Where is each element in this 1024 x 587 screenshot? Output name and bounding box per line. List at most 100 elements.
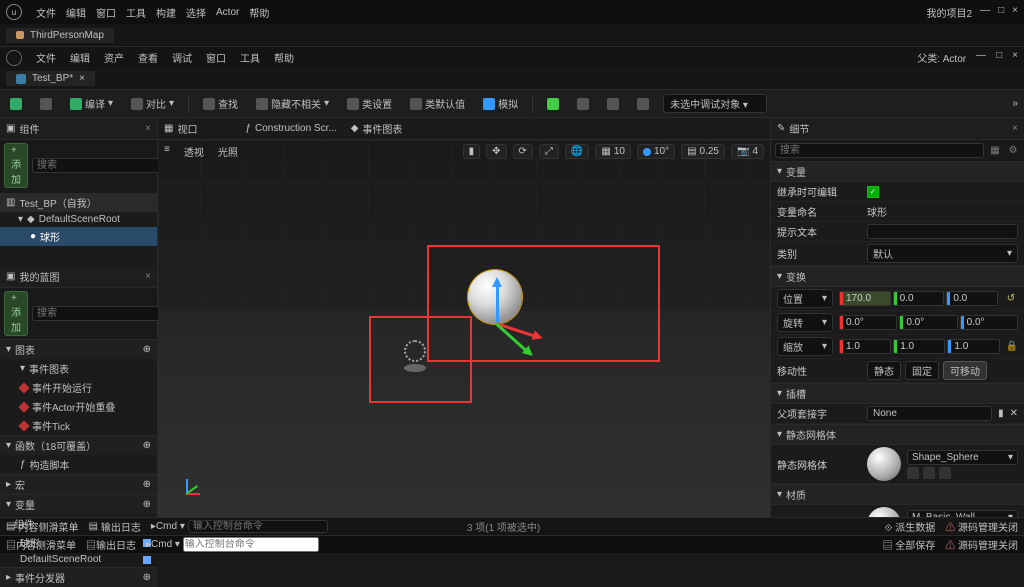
category-dispatchers[interactable]: ▸事件分发器⊕ xyxy=(0,568,157,587)
details-panel-header[interactable]: ✎ 细节 × xyxy=(771,118,1024,140)
eject-button[interactable] xyxy=(633,96,653,112)
skip-button[interactable] xyxy=(573,96,593,112)
parent-socket-value[interactable]: None xyxy=(867,406,992,421)
tooltip-field[interactable] xyxy=(867,224,1018,239)
menu-file[interactable]: 文件 xyxy=(36,50,56,65)
sm-thumbnail[interactable] xyxy=(867,447,901,481)
toolbar-chevrons-icon[interactable]: » xyxy=(1012,98,1018,109)
console-input[interactable] xyxy=(188,520,328,533)
category-variable[interactable]: ▾变量 xyxy=(771,161,1024,182)
tab-viewport[interactable]: ▦视口 xyxy=(164,121,197,136)
min-button[interactable]: — xyxy=(980,5,990,20)
max-button[interactable]: □ xyxy=(998,5,1004,20)
category-staticmesh[interactable]: ▾静态网格体 xyxy=(771,424,1024,445)
menu-view[interactable]: 查看 xyxy=(138,50,158,65)
tab-close-icon[interactable]: × xyxy=(79,73,85,84)
menu-edit[interactable]: 编辑 xyxy=(66,5,86,20)
angle-snap-button[interactable]: 10° xyxy=(637,144,675,159)
class-defaults-button[interactable]: 类默认值 xyxy=(406,94,469,113)
event-beginplay[interactable]: 事件开始运行 xyxy=(0,378,157,397)
close-icon[interactable]: × xyxy=(145,271,151,282)
mobility-stationary[interactable]: 固定 xyxy=(905,361,939,380)
menu-window[interactable]: 窗口 xyxy=(206,50,226,65)
scale-label[interactable]: 缩放▾ xyxy=(777,337,833,356)
rot-x[interactable]: 0.0° xyxy=(843,316,896,329)
category-materials[interactable]: ▾材质 xyxy=(771,484,1024,505)
save-all-button[interactable]: ▤ 全部保存 xyxy=(882,537,935,552)
category-dropdown[interactable]: 默认▾ xyxy=(867,244,1018,263)
mybp-search-input[interactable] xyxy=(32,306,174,321)
class-settings-button[interactable]: 类设置 xyxy=(343,94,396,113)
close-button[interactable]: × xyxy=(1012,50,1018,65)
filter-icon[interactable]: ▦ xyxy=(988,145,1002,156)
menu-debug[interactable]: 调试 xyxy=(172,50,192,65)
var-defaultsceneroot[interactable]: DefaultSceneRoot xyxy=(0,552,157,567)
find-button[interactable]: 查找 xyxy=(199,94,242,113)
source-control-status[interactable]: ⚠ 源码管理关闭 xyxy=(945,537,1018,552)
loc-y[interactable]: 0.0 xyxy=(897,292,944,305)
loc-x[interactable]: 170.0 xyxy=(843,292,890,305)
menu-edit[interactable]: 编辑 xyxy=(70,50,90,65)
menu-actor[interactable]: Actor xyxy=(216,7,239,18)
node-eventgraph[interactable]: ▾事件图表 xyxy=(0,359,157,378)
add-component-button[interactable]: + 添加 xyxy=(4,143,28,188)
category-functions[interactable]: ▾函数（18可覆盖）⊕ xyxy=(0,436,157,455)
translate-mode-button[interactable]: ✥ xyxy=(486,144,506,159)
menu-tools[interactable]: 工具 xyxy=(240,50,260,65)
play-button[interactable] xyxy=(543,96,563,112)
rot-y[interactable]: 0.0° xyxy=(903,316,956,329)
min-button[interactable]: — xyxy=(976,50,986,65)
max-button[interactable]: □ xyxy=(996,50,1002,65)
menu-asset[interactable]: 资产 xyxy=(104,50,124,65)
node-constructionscript[interactable]: ƒ构造脚本 xyxy=(0,455,157,474)
scale-mode-button[interactable]: ⤢ xyxy=(539,144,559,159)
tree-item-sphere[interactable]: ●球形 xyxy=(0,227,157,246)
output-log-button[interactable]: ▤输出日志 xyxy=(88,519,140,534)
category-variables[interactable]: ▾变量⊕ xyxy=(0,495,157,514)
clear-icon[interactable]: ✕ xyxy=(1010,408,1018,419)
diff-button[interactable]: 对比▾ xyxy=(127,94,178,113)
details-search-input[interactable] xyxy=(775,143,984,158)
output-log-button[interactable]: ▤输出日志 xyxy=(86,537,136,552)
compile-button[interactable]: 编译▾ xyxy=(66,94,117,113)
component-search-input[interactable] xyxy=(32,158,174,173)
lock-icon[interactable]: 🔒 xyxy=(1006,341,1018,352)
hide-unrelated-button[interactable]: 隐藏不相关▾ xyxy=(252,94,333,113)
bp-tab[interactable]: Test_BP* × xyxy=(6,71,95,86)
browse-icon[interactable]: ▮ xyxy=(998,408,1004,419)
inh-edit-checkbox[interactable]: ✓ xyxy=(867,186,879,198)
scl-y[interactable]: 1.0 xyxy=(897,340,944,353)
viewport[interactable]: ≡ 透视 光照 ▮ ✥ ⟳ ⤢ 🌐 ▦ 10 10° ▤ 0.25 📷 4 xyxy=(158,140,770,517)
scale-snap-button[interactable]: ▤ 0.25 xyxy=(681,144,725,159)
browse-button[interactable] xyxy=(36,96,56,112)
select-mode-button[interactable]: ▮ xyxy=(463,144,481,159)
tree-item-root[interactable]: ▥Test_BP（自我） xyxy=(0,193,157,212)
tree-item-sceneroot[interactable]: ▾◆DefaultSceneRoot xyxy=(0,212,157,227)
mat-thumbnail[interactable] xyxy=(867,507,901,517)
camera-speed-button[interactable]: 📷 4 xyxy=(731,144,764,159)
perspective-button[interactable]: 透视 xyxy=(184,144,204,159)
debug-object-dropdown[interactable]: 未选中调试对象 ▾ xyxy=(663,94,767,113)
loc-z[interactable]: 0.0 xyxy=(950,292,997,305)
lit-mode-button[interactable]: 光照 xyxy=(218,144,238,159)
sm-asset-dropdown[interactable]: Shape_Sphere▾ xyxy=(907,450,1018,465)
menu-help[interactable]: 帮助 xyxy=(274,50,294,65)
location-vector[interactable]: 170.0 0.0 0.0 xyxy=(839,291,998,306)
reset-icon[interactable] xyxy=(939,467,951,479)
menu-tools[interactable]: 工具 xyxy=(126,5,146,20)
category-socket[interactable]: ▾插槽 xyxy=(771,383,1024,404)
event-actoroverlap[interactable]: 事件Actor开始重叠 xyxy=(0,397,157,416)
location-label[interactable]: 位置▾ xyxy=(777,289,833,308)
gear-icon[interactable]: ⚙ xyxy=(1006,145,1020,156)
use-icon[interactable] xyxy=(907,467,919,479)
simulate-button[interactable]: 模拟 xyxy=(479,94,522,113)
mat-asset-dropdown[interactable]: M_Basic_Wall▾ xyxy=(907,510,1018,518)
menu-file[interactable]: 文件 xyxy=(36,5,56,20)
level-tab[interactable]: ThirdPersonMap xyxy=(6,28,114,43)
add-mybp-button[interactable]: + 添加 xyxy=(4,291,28,336)
console-input[interactable] xyxy=(183,537,319,552)
category-graphs[interactable]: ▾图表⊕ xyxy=(0,340,157,359)
content-drawer-button[interactable]: ▤内容侧滑菜单 xyxy=(6,519,78,534)
menu-select[interactable]: 选择 xyxy=(186,5,206,20)
menu-window[interactable]: 窗口 xyxy=(96,5,116,20)
